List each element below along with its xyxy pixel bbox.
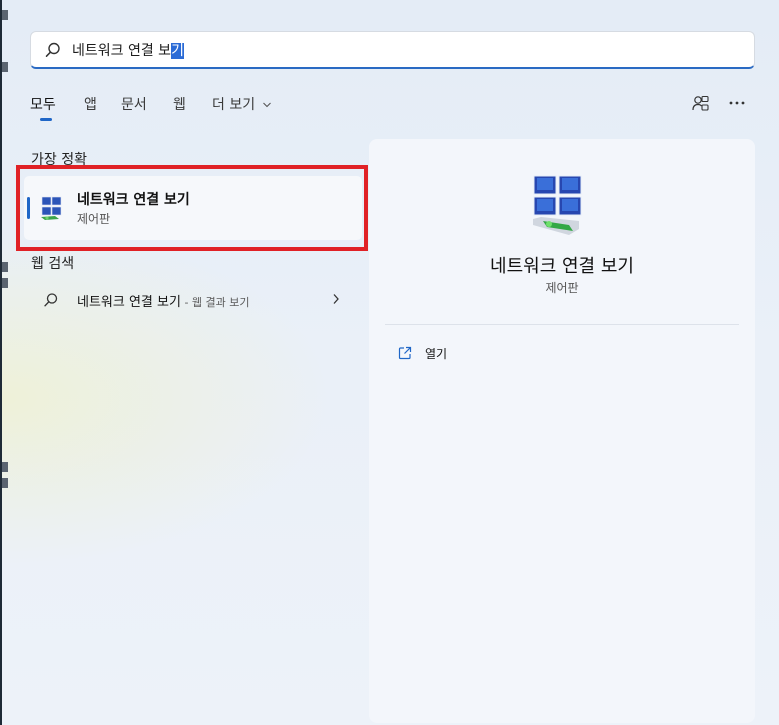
web-search-text: 네트워크 연결 보기 - 웹 결과 보기: [77, 291, 250, 310]
web-search-heading: 웹 검색: [31, 256, 75, 272]
tab-more[interactable]: 더 보기: [212, 94, 272, 114]
network-connections-icon: [533, 175, 582, 235]
tab-documents[interactable]: 문서: [121, 94, 147, 114]
web-search-hint: - 웹 결과 보기: [180, 296, 250, 309]
desktop-edge-mark: [2, 10, 8, 20]
desktop-edge-mark: [2, 262, 8, 272]
account-switch-icon[interactable]: [691, 94, 711, 112]
tab-more-label: 더 보기: [212, 97, 256, 113]
start-search-panel: 네트워크 연결 보기 모두 앱 문서 웹 더 보기 가장 정확 네트워크 연결 …: [0, 0, 779, 725]
desktop-edge-mark: [2, 62, 8, 72]
detail-subtitle: 제어판: [545, 281, 579, 295]
desktop-edge-mark: [2, 478, 8, 488]
tab-all[interactable]: 모두: [30, 94, 56, 114]
tab-web[interactable]: 웹: [173, 94, 186, 114]
open-action-label: 열기: [425, 347, 448, 361]
web-search-query: 네트워크 연결 보기: [77, 295, 181, 310]
search-icon: [45, 42, 60, 57]
chevron-right-icon[interactable]: [332, 293, 340, 305]
desktop-edge-mark: [2, 462, 8, 472]
web-search-result[interactable]: 네트워크 연결 보기 - 웹 결과 보기: [24, 284, 362, 316]
detail-title: 네트워크 연결 보기: [490, 256, 634, 277]
more-options-icon[interactable]: [729, 100, 745, 106]
chevron-down-icon: [262, 102, 271, 108]
detail-pane: 네트워크 연결 보기 제어판 열기: [369, 139, 755, 723]
search-selected-text: 기: [171, 43, 184, 59]
search-box[interactable]: 네트워크 연결 보기: [30, 31, 755, 69]
tab-apps[interactable]: 앱: [84, 94, 97, 114]
search-input[interactable]: 네트워크 연결 보기: [72, 40, 184, 60]
red-highlight-box: [16, 165, 368, 251]
active-tab-indicator: [40, 118, 52, 121]
search-icon: [44, 293, 58, 307]
detail-divider: [385, 324, 739, 325]
open-external-icon: [398, 346, 412, 360]
desktop-edge-mark: [2, 278, 8, 288]
